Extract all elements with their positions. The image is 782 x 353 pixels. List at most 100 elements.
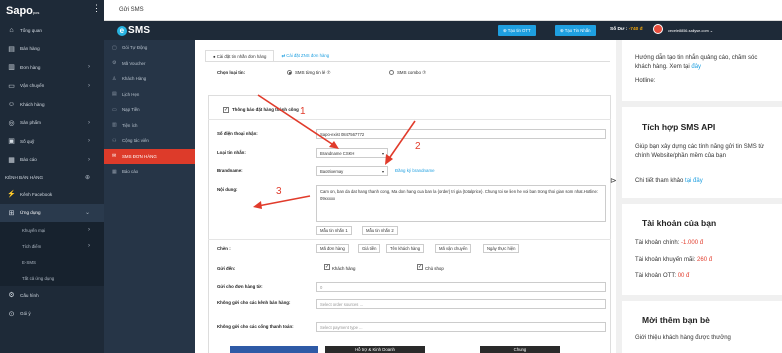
sidebar-subitem-esms[interactable]: E-SMS [0,254,104,270]
send-shop-label: Chủ shop [425,266,444,271]
gear-icon: ⚙ [112,60,117,67]
sidebar-item-suggest[interactable]: ⊙ Gói ý [0,305,104,324]
plus-icon[interactable]: ⊕ [85,174,90,181]
brandname-label: Brandname: [217,168,243,173]
insert-shipping-code-chip[interactable]: Mã vận chuyển [435,244,472,253]
phone-input[interactable]: Sapo-exist 0847567772 [316,129,606,139]
guide-link[interactable]: đây [691,64,701,70]
exclude-channel-label: Không gửi cho các kênh bán hàng: [217,300,291,305]
sidebar-item-sales[interactable]: ▤ Bán hàng [0,40,104,59]
template-2-button[interactable]: Mẫu tin nhắn 2 [362,226,398,235]
sidebar-item-label: Vận chuyển [20,83,45,89]
general-button[interactable]: Chung [480,346,560,353]
account-email[interactable]: cecele8856-sallyse-com ⌄ [668,28,713,33]
report-icon: ▦ [112,168,117,175]
support-sales-button[interactable]: Hỗ trợ & Kinh Doanh [325,346,425,353]
create-ott-button[interactable]: ⊕ Tạo tin OTT [498,25,536,36]
send-from-input[interactable]: 0 [316,282,606,292]
sms-menu-reports[interactable]: ▦ Báo cáo [104,164,195,180]
exclude-gateway-select[interactable]: Select payment type ... [316,322,606,332]
exclude-channel-select[interactable]: Select order sources ... [316,299,606,309]
section-label: KÊNH BÁN HÀNG [5,174,44,180]
facebook-icon: ⚡ [7,191,16,199]
send-customer-checkbox[interactable]: ✓ [324,264,330,270]
main-content: ● Cài đặt tin nhắn đơn hàng ⇄ Cài đặt ZN… [195,40,616,353]
sms-menu-topup[interactable]: ▭ Nạp Tiền [104,102,195,118]
annotation-number-3: 3 [276,186,282,197]
users-icon: ♙ [112,75,117,82]
radio-single-sms[interactable] [287,70,292,75]
content-label: Nội dung: [217,187,238,192]
mouse-cursor-icon: ⊳ [610,176,617,185]
sales-channels-header: KÊNH BÁN HÀNG ⊕ [0,169,104,185]
insert-price-chip[interactable]: Giá tiền [358,244,381,253]
report-icon: ▦ [8,156,15,164]
register-brandname-link[interactable]: Đăng ký brandname [395,168,435,173]
brandname-select[interactable]: Baotrixemay ▾ [316,166,388,176]
sidebar-item-facebook[interactable]: ⚡ Kênh Facebook [0,185,104,204]
page-title: Gửi SMS [119,7,144,13]
sidebar-item-customers[interactable]: ☺ Khách hàng [0,95,104,114]
insert-customer-name-chip[interactable]: Tên khách hàng [386,244,425,253]
sms-menu-customers[interactable]: ♙ Khách Hàng [104,71,195,87]
create-message-button[interactable]: ⊕ Tạo Tin Nhắn [555,25,596,36]
sidebar-item-label: Ứng dụng [20,210,41,216]
radio-combo-label: SMS combo ⑦ [397,70,427,75]
annotation-number-2: 2 [415,141,421,152]
sidebar-item-products[interactable]: ◎ Sản phẩm › [0,114,104,133]
radio-single-label: SMS từng tin lẻ ⑦ [295,70,331,75]
chevron-right-icon: › [88,82,90,89]
sidebar-item-cashbook[interactable]: ▣ Số quỹ › [0,132,104,151]
cart-icon: ▤ [8,45,15,53]
sidebar-item-label: Tất cả ứng dụng [22,275,55,281]
chevron-right-icon: › [88,138,90,145]
sidebar-item-reports[interactable]: ▦ Báo cáo › [0,151,104,170]
sidebar-subitem-loyalty[interactable]: Tích điểm › [0,238,104,254]
avatar[interactable] [653,24,663,34]
truck-icon: ▭ [8,82,15,90]
sms-menu-order-sms[interactable]: ✉ SMS ĐƠN HÀNG [104,148,195,164]
sms-menu-collaborators[interactable]: ⚇ Cộng tác viên [104,133,195,149]
insert-date-chip[interactable]: Ngày thực hiện [483,244,520,253]
tab-divider [205,61,610,62]
chevron-right-icon: › [88,227,90,233]
wallet-icon: ▣ [8,138,15,146]
msg-type-label: Loại tin nhắn: [217,150,246,155]
sidebar-item-overview[interactable]: ⌂ Tổng quan [0,21,104,40]
sms-menu-utilities[interactable]: ▥ Tiện ích [104,118,195,134]
divider [622,295,782,301]
sms-menu-auto[interactable]: ▢ Gói Tự Động [104,40,195,56]
sidebar-item-label: Khách hàng [20,101,45,107]
sidebar-item-settings[interactable]: ⚙ Cấu hình [0,286,104,305]
template-1-button[interactable]: Mẫu tin nhắn 1 [316,226,352,235]
ott-account: Tài khoản OTT: 00 đ [635,273,690,279]
sidebar-subitem-all-apps[interactable]: Tất cả ứng dụng [0,270,104,286]
sidebar-item-label: Đơn hàng [20,64,41,70]
bottom-blue-button[interactable] [230,346,318,353]
sidebar-item-apps[interactable]: ⊞ Ứng dụng ⌄ [0,203,104,222]
api-title: Tích hợp SMS API [642,122,716,132]
divider [622,198,782,204]
sms-menu-voucher[interactable]: ⚙ Mã Voucher [104,56,195,72]
send-customer-label: Khách hàng [332,266,356,271]
esms-logo[interactable]: e SMS [117,25,150,36]
main-account: Tài khoản chính: -1.000 đ [635,240,704,246]
sidebar-item-shipping[interactable]: ▭ Vận chuyển › [0,77,104,96]
sidebar-item-orders[interactable]: ▥ Đơn hàng › [0,58,104,77]
content-textarea[interactable]: Cam on, ban da dat hang thanh cong, Ma d… [316,185,606,222]
sms-menu-appointments[interactable]: ▤ Lịch Hẹn [104,87,195,103]
insert-order-code-chip[interactable]: Mã đơn hàng [316,244,349,253]
api-description: Giúp bạn xây dựng các tính năng gửi tin … [635,144,765,159]
radio-combo-sms[interactable] [389,70,394,75]
more-options-icon[interactable]: ⋮ [92,4,101,13]
hotline-label: Hotline: [635,78,656,84]
api-detail-link[interactable]: tại đây [685,178,703,184]
right-info-panel: Hướng dẫn tạo tin nhắn quảng cáo, chăm s… [622,40,782,353]
sidebar-subitem-promotion[interactable]: Khuyến mại › [0,222,104,238]
people-icon: ⚇ [112,137,117,144]
annotation-number-1: 1 [300,106,306,117]
send-shop-checkbox[interactable]: ✓ [417,264,423,270]
notify-checkbox[interactable]: ✓ [223,107,229,113]
sapo-logo[interactable]: Sapopos [6,5,39,17]
guide-text: Hướng dẫn tạo tin nhắn quảng cáo, chăm s… [635,55,758,70]
